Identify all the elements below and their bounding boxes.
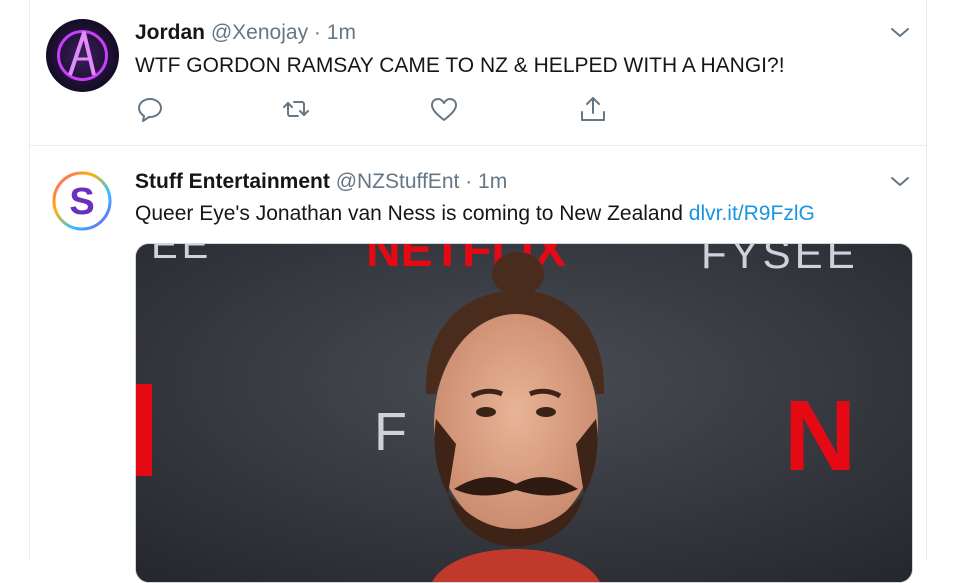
- separator-dot: ·: [465, 170, 473, 193]
- avatar[interactable]: S: [50, 169, 114, 233]
- user-handle[interactable]: @Xenojay: [211, 21, 308, 44]
- backdrop-f-text: F: [374, 402, 407, 462]
- avatar-letter: S: [69, 181, 94, 223]
- user-name[interactable]: Stuff Entertainment: [135, 170, 330, 193]
- tweet-header: Jordan @Xenojay · 1m: [135, 20, 356, 46]
- like-icon[interactable]: [429, 94, 459, 124]
- user-handle[interactable]: @NZStuffEnt: [336, 170, 460, 193]
- avatar[interactable]: [46, 19, 119, 92]
- tweet[interactable]: S Stuff Entertainment @NZStuffEnt · 1m Q…: [30, 146, 926, 583]
- chevron-down-icon[interactable]: [888, 21, 912, 45]
- timeline: Jordan @Xenojay · 1m WTF GORDON RAMSAY C…: [29, 0, 927, 583]
- share-icon[interactable]: [578, 94, 608, 124]
- tweet[interactable]: Jordan @Xenojay · 1m WTF GORDON RAMSAY C…: [30, 0, 926, 146]
- user-name[interactable]: Jordan: [135, 21, 205, 44]
- backdrop-fysee-left-text: EE: [151, 244, 212, 267]
- backdrop-fysee-text: FYSEE: [701, 244, 859, 277]
- timestamp[interactable]: 1m: [478, 170, 507, 193]
- tweet-text-body: Queer Eye's Jonathan van Ness is coming …: [135, 202, 689, 225]
- timestamp[interactable]: 1m: [327, 21, 356, 44]
- tweet-link[interactable]: dlvr.it/R9FzlG: [689, 202, 815, 225]
- separator-dot: ·: [313, 21, 321, 44]
- chevron-down-icon[interactable]: [888, 170, 912, 194]
- backdrop-n-text: N: [784, 380, 856, 492]
- tweet-text: Queer Eye's Jonathan van Ness is coming …: [135, 201, 815, 227]
- tweet-actions: [135, 94, 615, 124]
- retweet-icon[interactable]: [281, 94, 311, 124]
- reply-icon[interactable]: [135, 94, 165, 124]
- tweet-header: Stuff Entertainment @NZStuffEnt · 1m: [135, 169, 507, 195]
- tweet-text: WTF GORDON RAMSAY CAME TO NZ & HELPED WI…: [135, 54, 785, 77]
- tweet-media-photo[interactable]: NETFLIX FYSEE EE F N: [135, 243, 913, 583]
